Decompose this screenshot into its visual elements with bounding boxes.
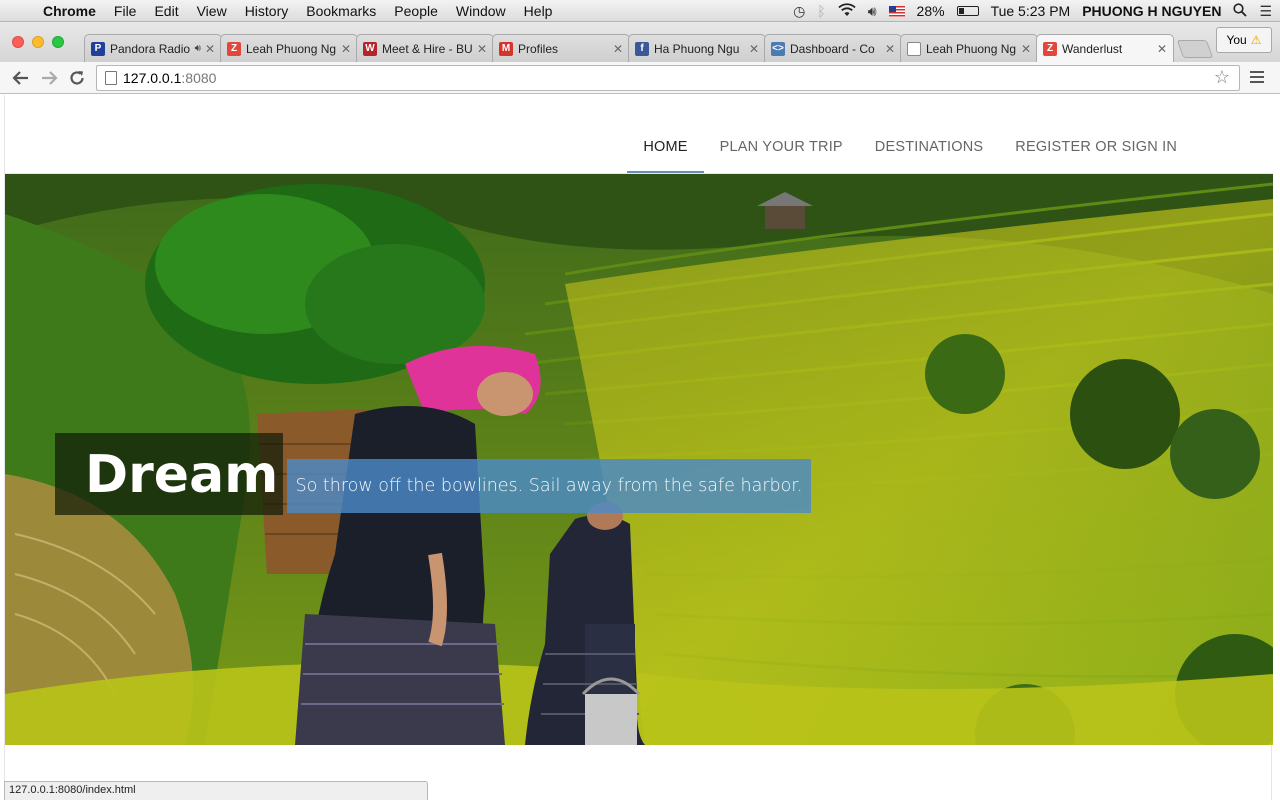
chrome-menu-icon[interactable]	[1250, 68, 1264, 86]
time-machine-icon[interactable]: ◷	[793, 3, 805, 20]
pandora-icon: P	[91, 41, 105, 56]
link-status-bar: 127.0.0.1:8080/index.html	[4, 781, 428, 800]
nav-register-sign-in[interactable]: REGISTER OR SIGN IN	[999, 125, 1193, 172]
tab-title: Pandora Radio	[110, 41, 191, 56]
close-window-button[interactable]	[12, 36, 24, 48]
page-icon	[907, 41, 921, 56]
browser-toolbar: 127.0.0.1:8080 ☆	[0, 62, 1280, 94]
tab-list: P Pandora Radio 🔊︎ ✕ Z Leah Phuong Ng ✕ W Meet &…	[84, 34, 1214, 62]
macos-menu-bar: Chrome File Edit View History Bookmarks …	[0, 0, 1280, 22]
close-tab-icon[interactable]: ✕	[341, 42, 351, 56]
address-host: 127.0.0.1	[123, 70, 182, 86]
facebook-icon: f	[635, 41, 649, 56]
notification-center-icon[interactable]: ☰	[1259, 3, 1272, 20]
menu-bookmarks[interactable]: Bookmarks	[297, 3, 385, 19]
close-tab-icon[interactable]: ✕	[205, 42, 215, 56]
profile-label: You	[1226, 33, 1247, 47]
menu-app-name[interactable]: Chrome	[34, 3, 105, 19]
window-controls	[12, 36, 64, 48]
new-tab-button[interactable]	[1176, 40, 1214, 58]
tab-title: Leah Phuong Ng	[926, 41, 1017, 56]
browser-tab[interactable]: Z Wanderlust ✕	[1036, 34, 1174, 62]
menu-people[interactable]: People	[385, 3, 447, 19]
address-port: :8080	[181, 70, 217, 86]
hero-title-box: Dream	[55, 433, 283, 515]
close-tab-icon[interactable]: ✕	[477, 42, 487, 56]
hero-quote-box: So throw off the bowlines. Sail away fro…	[287, 459, 811, 513]
zerply-icon: Z	[227, 41, 241, 56]
minimize-window-button[interactable]	[32, 36, 44, 48]
tab-title: Wanderlust	[1062, 41, 1123, 56]
site-navbar: HOME PLAN YOUR TRIP DESTINATIONS REGISTE…	[5, 95, 1273, 174]
tab-title: Leah Phuong Ng	[246, 41, 337, 56]
tab-title: Dashboard - Co	[790, 41, 875, 56]
w-icon: W	[363, 41, 377, 56]
zoom-window-button[interactable]	[52, 36, 64, 48]
menu-view[interactable]: View	[188, 3, 236, 19]
profiles-icon: M	[499, 41, 513, 56]
zerply-icon: Z	[1043, 41, 1057, 56]
browser-tab[interactable]: Leah Phuong Ng ✕	[900, 34, 1038, 62]
close-tab-icon[interactable]: ✕	[613, 42, 623, 56]
menu-help[interactable]: Help	[515, 3, 562, 19]
profile-button[interactable]: You ⚠	[1216, 27, 1272, 53]
hero-quote: So throw off the bowlines. Sail away fro…	[295, 476, 803, 496]
menu-history[interactable]: History	[236, 3, 298, 19]
warning-icon: ⚠	[1250, 33, 1262, 47]
browser-tab[interactable]: W Meet & Hire - BU ✕	[356, 34, 494, 62]
hero-banner: Dream So throw off the bowlines. Sail aw…	[5, 174, 1273, 745]
nav-plan-your-trip[interactable]: PLAN YOUR TRIP	[704, 125, 859, 172]
close-tab-icon[interactable]: ✕	[749, 42, 759, 56]
menu-window[interactable]: Window	[447, 3, 515, 19]
battery-icon[interactable]	[956, 6, 979, 16]
back-arrow-icon[interactable]	[10, 67, 32, 89]
browser-tab[interactable]: P Pandora Radio 🔊︎ ✕	[84, 34, 222, 62]
tab-strip: P Pandora Radio 🔊︎ ✕ Z Leah Phuong Ng ✕ W Meet &…	[0, 22, 1280, 62]
page-viewport: HOME PLAN YOUR TRIP DESTINATIONS REGISTE…	[0, 95, 1280, 800]
menu-edit[interactable]: Edit	[145, 3, 187, 19]
input-source-flag-icon[interactable]	[888, 5, 905, 17]
tab-title: Meet & Hire - BU	[382, 41, 473, 56]
page-info-icon[interactable]	[105, 71, 117, 85]
browser-tab[interactable]: f Ha Phuong Ngu ✕	[628, 34, 766, 62]
tab-title: Profiles	[518, 41, 559, 56]
browser-tab[interactable]: M Profiles ✕	[492, 34, 630, 62]
nav-destinations[interactable]: DESTINATIONS	[859, 125, 999, 172]
wifi-icon[interactable]	[838, 2, 856, 20]
code-icon: <>	[771, 41, 785, 56]
close-tab-icon[interactable]: ✕	[885, 42, 895, 56]
close-tab-icon[interactable]: ✕	[1157, 42, 1167, 56]
volume-icon[interactable]: 🔊︎	[868, 3, 877, 20]
tab-title: Ha Phuong Ngu	[654, 41, 740, 56]
bluetooth-icon[interactable]: ᛒ	[817, 3, 825, 19]
forward-arrow-icon[interactable]	[38, 67, 60, 89]
menu-file[interactable]: File	[105, 3, 146, 19]
reload-icon[interactable]	[66, 67, 88, 89]
battery-percent[interactable]: 28%	[917, 3, 945, 19]
browser-tab[interactable]: <> Dashboard - Co ✕	[764, 34, 902, 62]
site-container: HOME PLAN YOUR TRIP DESTINATIONS REGISTE…	[4, 95, 1273, 800]
bookmark-star-icon[interactable]: ☆	[1214, 67, 1230, 88]
spotlight-search-icon[interactable]	[1233, 2, 1248, 20]
menu-clock[interactable]: Tue 5:23 PM	[991, 3, 1071, 19]
nav-home[interactable]: HOME	[627, 125, 704, 173]
tab-audio-icon[interactable]: 🔊︎	[195, 43, 201, 54]
menu-user-name[interactable]: PHUONG H NGUYEN	[1082, 3, 1221, 19]
hero-title: Dream	[85, 445, 279, 505]
chrome-window: P Pandora Radio 🔊︎ ✕ Z Leah Phuong Ng ✕ W Meet &…	[0, 22, 1280, 800]
close-tab-icon[interactable]: ✕	[1021, 42, 1031, 56]
address-bar[interactable]: 127.0.0.1:8080	[96, 65, 1240, 91]
browser-tab[interactable]: Z Leah Phuong Ng ✕	[220, 34, 358, 62]
